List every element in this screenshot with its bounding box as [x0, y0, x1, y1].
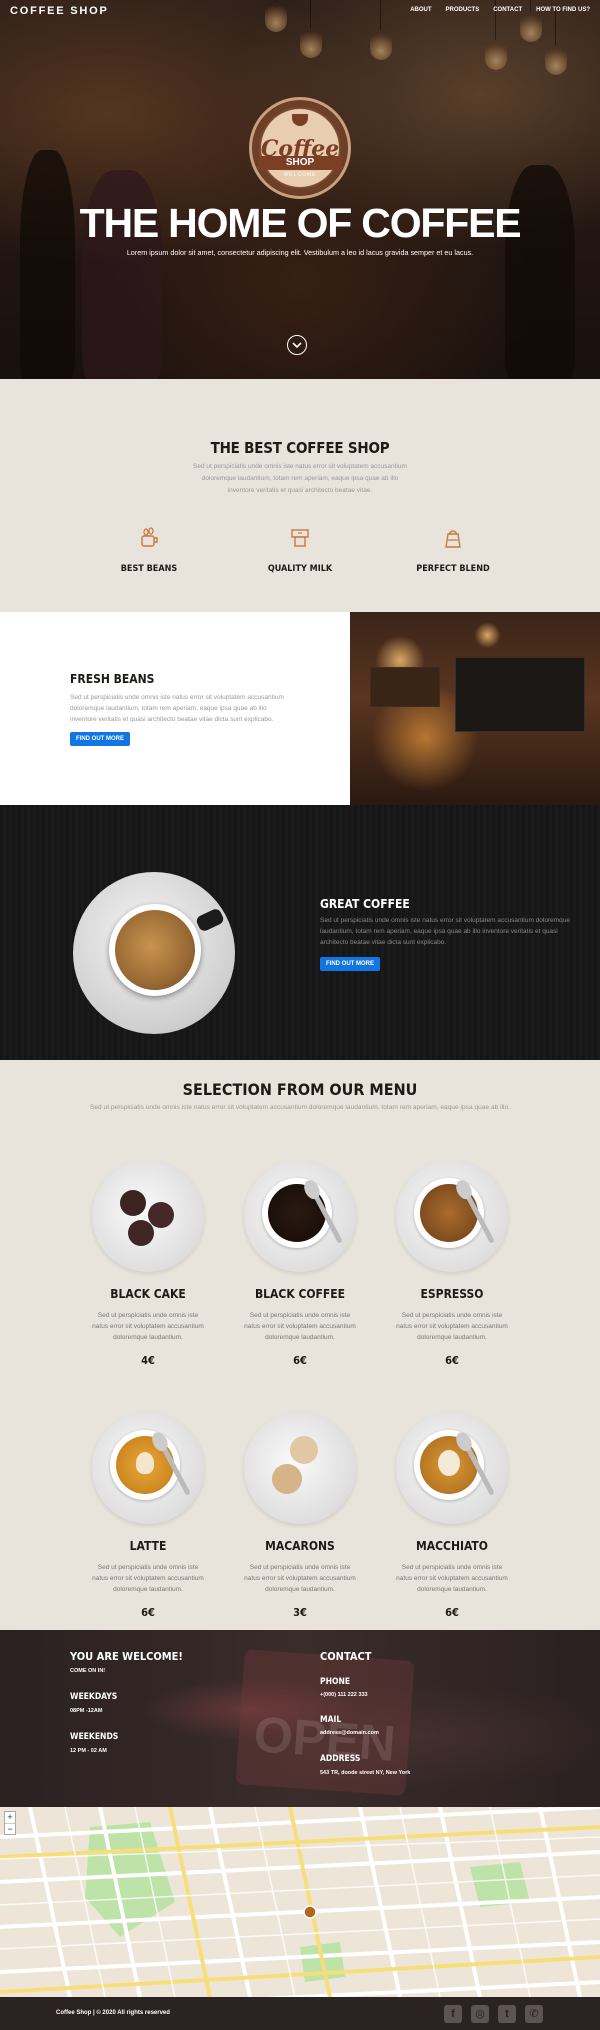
menu-item-black-cake[interactable]: BLACK CAKE Sed ut perspiciatis unde omni…: [73, 1160, 223, 1367]
milk-icon: [291, 529, 309, 547]
zoom-in-button[interactable]: +: [5, 1812, 15, 1823]
feature-label: QUALITY MILK: [267, 564, 333, 574]
menu-item-price: 6€: [141, 1606, 155, 1619]
logo-word-welcome: WELCOME: [283, 172, 317, 178]
menu-item-desc: Sed ut perspiciatis unde omnis iste natu…: [396, 1564, 508, 1593]
menu-item-desc: Sed ut perspiciatis unde omnis iste natu…: [92, 1312, 204, 1341]
feature-perfect-blend: PERFECT BLEND: [393, 527, 513, 574]
coffee-beans-icon: [141, 527, 158, 547]
welcome-subtitle: COME ON IN!: [70, 1668, 106, 1674]
feature-quality-milk: QUALITY MILK: [240, 527, 360, 574]
hero-section: COFFEE SHOP ABOUT PRODUCTS CONTACT HOW T…: [0, 0, 600, 379]
menu-item-espresso[interactable]: ESPRESSO Sed ut perspiciatis unde omnis …: [377, 1160, 527, 1367]
menu-section: SELECTION FROM OUR MENU Sed ut perspicia…: [0, 1060, 600, 1630]
menu-item-latte[interactable]: LATTE Sed ut perspiciatis unde omnis ist…: [73, 1412, 223, 1619]
blend-jar-icon: [445, 530, 461, 548]
welcome-contact-section: OPEN YOU ARE WELCOME! COME ON IN! WEEKDA…: [0, 1630, 600, 1807]
black-cake-image: [92, 1160, 204, 1272]
feature-best-beans: BEST BEANS: [89, 527, 209, 574]
black-coffee-image: [244, 1160, 356, 1272]
welcome-title: YOU ARE WELCOME!: [70, 1650, 183, 1663]
menu-item-name: MACCHIATO: [416, 1539, 488, 1553]
menu-item-name: BLACK COFFEE: [254, 1287, 346, 1301]
phone-label: PHONE: [320, 1677, 351, 1687]
address-label: ADDRESS: [320, 1754, 361, 1764]
feature-label: BEST BEANS: [120, 564, 178, 574]
whatsapp-icon[interactable]: ✆: [525, 2005, 543, 2023]
find-out-more-button[interactable]: FIND OUT MORE: [70, 732, 130, 746]
latte-image: [92, 1412, 204, 1524]
macchiato-image: [396, 1412, 508, 1524]
mail-label: MAIL: [320, 1715, 342, 1725]
twitter-icon[interactable]: t: [498, 2005, 516, 2023]
zoom-out-button[interactable]: −: [5, 1823, 15, 1834]
section-text: Sed ut perspiciatis unde omnis iste natu…: [193, 463, 407, 494]
hero-subtitle: Lorem ipsum dolor sit amet, consectetur …: [126, 248, 474, 257]
nav-link-about[interactable]: ABOUT: [410, 7, 431, 13]
menu-item-name: BLACK CAKE: [110, 1287, 186, 1301]
map-tiles[interactable]: [0, 1807, 600, 1997]
scroll-down-button[interactable]: [287, 335, 307, 355]
menu-item-price: 6€: [293, 1354, 307, 1367]
great-coffee-text: Sed ut perspiciatis unde omnis iste natu…: [320, 917, 571, 946]
menu-item-desc: Sed ut perspiciatis unde omnis iste natu…: [396, 1312, 508, 1341]
menu-item-macchiato[interactable]: MACCHIATO Sed ut perspiciatis unde omnis…: [377, 1412, 527, 1619]
espresso-image: [396, 1160, 508, 1272]
contact-title: CONTACT: [320, 1650, 372, 1663]
best-coffee-section: THE BEST COFFEE SHOP Sed ut perspiciatis…: [0, 379, 600, 612]
menu-item-name: MACARONS: [265, 1539, 335, 1553]
location-map[interactable]: + −: [0, 1807, 600, 1997]
menu-item-macarons[interactable]: MACARONS Sed ut perspiciatis unde omnis …: [225, 1412, 375, 1619]
menu-item-desc: Sed ut perspiciatis unde omnis iste natu…: [244, 1564, 356, 1593]
great-coffee-section: GREAT COFFEE Sed ut perspiciatis unde om…: [0, 805, 600, 1060]
chevron-down-icon: [292, 342, 302, 349]
macarons-image: [244, 1412, 356, 1524]
footer: Coffee Shop | © 2020 All rights reserved…: [0, 1997, 600, 2030]
menu-title: SELECTION FROM OUR MENU: [182, 1080, 418, 1099]
menu-item-black-coffee[interactable]: BLACK COFFEE Sed ut perspiciatis unde om…: [225, 1160, 375, 1367]
menu-item-desc: Sed ut perspiciatis unde omnis iste natu…: [244, 1312, 356, 1341]
address-value: 543 TR, doode street NY, New York: [320, 1770, 411, 1776]
weekdays-hours: 08PM -12AM: [70, 1708, 103, 1714]
brand-logo-text[interactable]: COFFEE SHOP: [10, 5, 109, 17]
menu-item-price: 4€: [141, 1354, 155, 1367]
feature-label: PERFECT BLEND: [416, 564, 490, 574]
instagram-icon[interactable]: ◎: [471, 2005, 489, 2023]
great-coffee-title: GREAT COFFEE: [320, 897, 410, 911]
fresh-beans-text: Sed ut perspiciatis unde omnis iste natu…: [70, 694, 284, 723]
menu-item-desc: Sed ut perspiciatis unde omnis iste natu…: [92, 1564, 204, 1593]
cafe-interior-image: [350, 612, 600, 805]
coffee-cup-image: [73, 872, 235, 1034]
nav-link-products[interactable]: PRODUCTS: [446, 7, 480, 13]
map-zoom-control: + −: [4, 1811, 16, 1835]
weekends-hours: 12 PM - 02 AM: [70, 1748, 107, 1754]
menu-item-price: 6€: [445, 1606, 459, 1619]
phone-value[interactable]: +(000) 111 222 333: [320, 1692, 368, 1698]
weekdays-label: WEEKDAYS: [70, 1692, 118, 1702]
facebook-icon[interactable]: f: [444, 2005, 462, 2023]
fresh-beans-section: FRESH BEANS Sed ut perspiciatis unde omn…: [0, 612, 600, 805]
find-out-more-button[interactable]: FIND OUT MORE: [320, 957, 380, 971]
section-title: THE BEST COFFEE SHOP: [210, 439, 390, 457]
coffee-shop-badge-logo: Coffee SHOP WELCOME: [249, 97, 351, 199]
copyright-text: Coffee Shop | © 2020 All rights reserved: [56, 2010, 170, 2016]
weekends-label: WEEKENDS: [70, 1732, 119, 1742]
menu-item-price: 6€: [445, 1354, 459, 1367]
menu-item-price: 3€: [293, 1606, 307, 1619]
hero-title: THE HOME OF COFFEE: [79, 200, 522, 246]
nav-link-contact[interactable]: CONTACT: [493, 7, 522, 13]
menu-item-name: ESPRESSO: [420, 1287, 484, 1301]
menu-subtitle: Sed ut perspiciatis unde omnis iste natu…: [89, 1104, 511, 1111]
menu-item-name: LATTE: [129, 1539, 167, 1553]
fresh-beans-title: FRESH BEANS: [70, 672, 155, 686]
logo-word-shop: SHOP: [285, 157, 315, 168]
top-nav: COFFEE SHOP ABOUT PRODUCTS CONTACT HOW T…: [0, 0, 600, 24]
mail-value[interactable]: address@domain.com: [320, 1730, 379, 1736]
nav-links: ABOUT PRODUCTS CONTACT HOW TO FIND US?: [410, 7, 590, 13]
nav-link-find-us[interactable]: HOW TO FIND US?: [536, 7, 590, 13]
